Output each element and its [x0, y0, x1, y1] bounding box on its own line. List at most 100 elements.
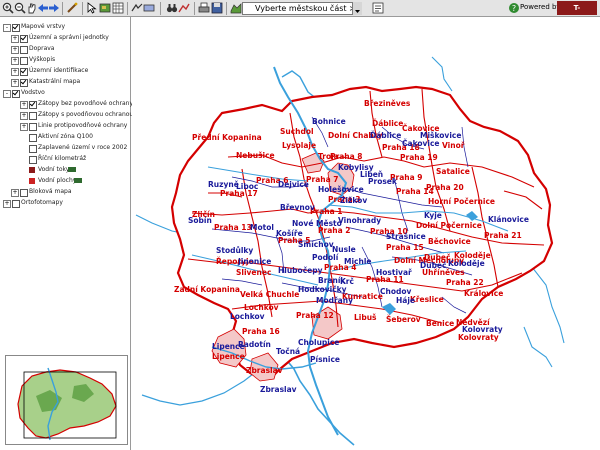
district-label[interactable]: Nové Město — [292, 219, 342, 228]
district-label[interactable]: Praha 19 — [400, 153, 438, 162]
layer-checkbox[interactable] — [29, 156, 37, 164]
layer-label[interactable]: Vodní plochy — [38, 177, 76, 185]
district-label[interactable]: Satalice — [436, 167, 470, 176]
district-label[interactable]: Zadní Kopanina — [174, 285, 240, 294]
layer-checkbox[interactable] — [20, 79, 28, 87]
district-label[interactable]: Ďáblice — [370, 131, 401, 140]
expand-icon[interactable]: + — [11, 35, 19, 43]
expand-icon[interactable]: + — [20, 123, 28, 131]
district-label[interactable]: Nusle — [332, 245, 356, 254]
district-label[interactable]: Lipence — [212, 342, 245, 351]
layer-label[interactable]: Územní identifikace — [29, 67, 88, 75]
collapse-icon[interactable]: - — [3, 24, 11, 32]
layer-checkbox[interactable] — [12, 200, 20, 208]
district-label[interactable]: Vinohrady — [338, 216, 381, 225]
layer-label[interactable]: Doprava — [29, 45, 54, 53]
district-label[interactable]: Šeberov — [386, 315, 421, 324]
scale-icon[interactable] — [131, 2, 143, 14]
layer-checkbox[interactable] — [29, 101, 37, 109]
district-label[interactable]: Libeň — [360, 170, 383, 179]
expand-icon[interactable]: + — [20, 101, 28, 109]
layer-checkbox[interactable] — [12, 24, 20, 32]
expand-icon[interactable]: + — [11, 68, 19, 76]
layer-label[interactable]: Linie protipovodňové ochrany — [38, 122, 127, 130]
district-label[interactable]: Praha 20 — [426, 183, 464, 192]
zoom-out-icon[interactable] — [14, 2, 26, 14]
layer-label[interactable]: Bloková mapa — [29, 188, 72, 196]
expand-icon[interactable]: + — [20, 112, 28, 120]
district-label[interactable]: Dejvice — [278, 180, 309, 189]
district-label[interactable]: Dubeč — [420, 261, 447, 270]
district-label[interactable]: Háje — [396, 296, 415, 305]
district-label[interactable]: Čakovice — [402, 139, 440, 148]
district-label[interactable]: Břevnov — [280, 203, 315, 212]
zoom-in-icon[interactable] — [2, 2, 14, 14]
layer-checkbox[interactable] — [20, 57, 28, 65]
layer-label[interactable]: Územní a správní jednotky — [29, 34, 109, 42]
district-select[interactable]: Vyberte městskou část >>> — [242, 2, 362, 15]
layer-checkbox[interactable] — [20, 68, 28, 76]
district-label[interactable]: Kolovraty — [462, 325, 503, 334]
district-label[interactable]: Modřany — [316, 296, 353, 305]
district-label[interactable]: Libuš — [354, 313, 377, 322]
layer-label[interactable]: Katastrální mapa — [29, 78, 80, 86]
district-label[interactable]: Bohnice — [312, 117, 346, 126]
overview-map-graphic[interactable] — [6, 356, 127, 444]
district-label[interactable]: Kolovraty — [458, 333, 499, 342]
district-label[interactable]: Suchdol — [280, 127, 314, 136]
layer-label[interactable]: Říční kilometráž — [38, 155, 86, 163]
distance-icon[interactable] — [143, 2, 155, 14]
district-label[interactable]: Benice — [426, 319, 454, 328]
layer-label[interactable]: Zaplavené území v roce 2002 — [38, 144, 127, 152]
district-label[interactable]: Praha 12 — [296, 311, 334, 320]
district-label[interactable]: Košíře — [276, 229, 303, 238]
district-label[interactable]: Vinoř — [442, 141, 465, 150]
save-icon[interactable] — [211, 2, 223, 14]
district-label[interactable]: Lipence — [212, 352, 245, 361]
district-label[interactable]: Horní Počernice — [428, 197, 495, 206]
brand-logo[interactable]: T-MAPSERVER — [557, 1, 600, 26]
map-view[interactable]: Březiněves Ďáblice Čakovice Přední Kopanina… — [132, 17, 600, 450]
district-label[interactable]: Holešovice — [318, 185, 364, 194]
district-label[interactable]: Praha 15 — [386, 243, 424, 252]
district-label[interactable]: Stodůlky — [216, 246, 253, 255]
forward-arrow-icon[interactable] — [48, 2, 60, 14]
help-icon[interactable]: ? — [508, 2, 520, 14]
layer-label[interactable]: Zátopy s povodňovou ochranou — [38, 111, 133, 119]
layer-label[interactable]: Vodní toky — [38, 166, 69, 174]
district-label[interactable]: Hlubočepy — [278, 266, 323, 275]
district-label[interactable]: Klánovice — [488, 215, 529, 224]
expand-icon[interactable]: + — [11, 189, 19, 197]
district-label[interactable]: Jinonice — [237, 257, 271, 266]
district-label[interactable]: Praha 21 — [484, 231, 522, 240]
expand-icon[interactable]: + — [3, 200, 11, 208]
layer-label[interactable]: Mapové vrstvy — [21, 23, 65, 31]
district-label[interactable]: Královice — [464, 289, 503, 298]
district-label[interactable]: Lochkov — [230, 312, 265, 321]
expand-icon[interactable]: + — [11, 79, 19, 87]
binoculars-icon[interactable] — [166, 2, 178, 14]
info-panel-icon[interactable] — [372, 2, 384, 14]
district-label[interactable]: Hodkovičky — [298, 285, 347, 294]
district-label[interactable]: Slivenec — [236, 268, 271, 277]
layer-info-icon[interactable] — [68, 167, 76, 172]
expand-icon[interactable]: + — [11, 57, 19, 65]
expand-icon[interactable]: + — [11, 46, 19, 54]
district-label[interactable]: Liboc — [236, 182, 258, 191]
district-label[interactable]: Koloděje — [448, 259, 485, 268]
collapse-icon[interactable]: - — [3, 90, 11, 98]
district-label[interactable]: Dolní Počernice — [416, 221, 482, 230]
chevron-down-icon[interactable] — [352, 2, 362, 15]
district-label[interactable]: Kyje — [424, 211, 442, 220]
district-label[interactable]: Smíchov — [298, 240, 334, 249]
map-layers-icon[interactable] — [99, 2, 111, 14]
district-label[interactable]: Praha 13 — [214, 223, 252, 232]
district-label[interactable]: Praha 22 — [446, 278, 484, 287]
layer-label[interactable]: Zátopy bez povodňové ochrany — [38, 100, 133, 108]
layer-label[interactable]: Aktivní zóna Q100 — [38, 133, 93, 141]
layer-label[interactable]: Ortofotomapy — [21, 199, 63, 207]
district-label[interactable]: Ďáblice — [372, 119, 403, 128]
layer-checkbox[interactable] — [29, 123, 37, 131]
district-label[interactable]: Motol — [250, 223, 274, 232]
district-label[interactable]: Ruzyně — [208, 180, 239, 189]
